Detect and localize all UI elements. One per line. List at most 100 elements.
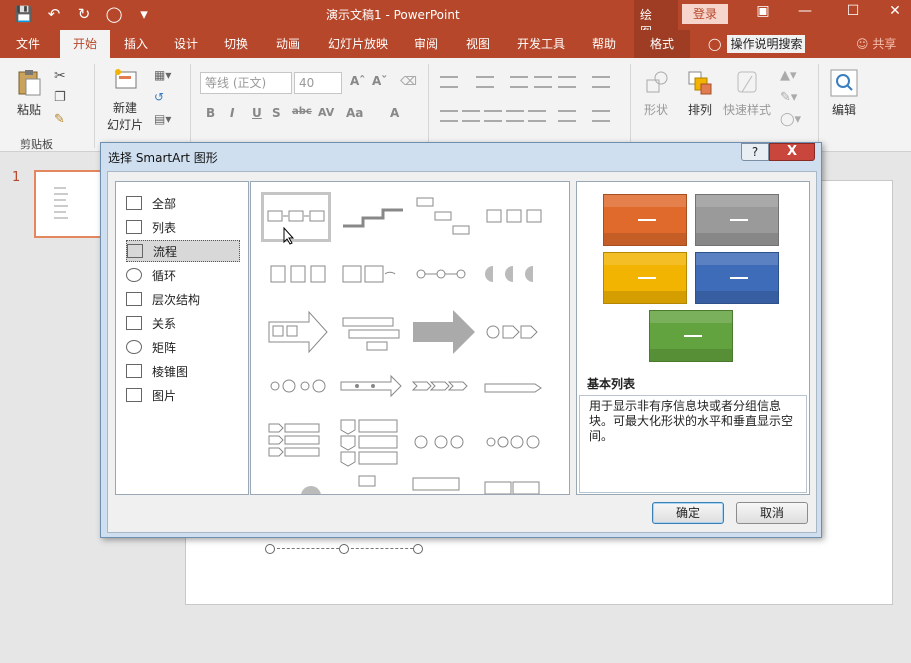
layout-chevron-process[interactable] — [411, 364, 481, 414]
tab-review[interactable]: 审阅 — [406, 30, 446, 58]
minimize-icon[interactable]: — — [790, 3, 820, 19]
category-item-picture[interactable]: 图片 — [126, 384, 240, 406]
dialog-close-button[interactable]: X — [769, 143, 815, 161]
shapes-button[interactable]: 形状 — [638, 68, 674, 118]
layout-repeating-bending[interactable] — [339, 308, 409, 358]
category-item-relationship[interactable]: 关系 — [126, 312, 240, 334]
layout-upward-arrow[interactable] — [411, 308, 481, 358]
shadow-icon[interactable]: S — [272, 106, 281, 120]
help-button[interactable]: ? — [741, 143, 769, 161]
cut-icon[interactable]: ✂ — [54, 68, 66, 84]
format-painter-icon[interactable]: ✎ — [54, 112, 65, 127]
category-item-hierarchy[interactable]: 层次结构 — [126, 288, 240, 310]
align-center-icon[interactable] — [462, 110, 480, 122]
italic-icon[interactable]: I — [230, 106, 234, 120]
increase-font-icon[interactable]: Aˆ — [350, 74, 365, 88]
tab-design[interactable]: 设计 — [164, 30, 208, 58]
shape-outline-icon[interactable]: ✎▾ — [780, 90, 797, 105]
reset-icon[interactable]: ↺ — [154, 90, 164, 104]
bold-icon[interactable]: B — [206, 106, 215, 120]
line-spacing-icon[interactable] — [558, 76, 576, 88]
layout-partial-2[interactable] — [339, 472, 409, 494]
layout-partial-4[interactable] — [483, 476, 553, 494]
layout-segmented-circle-process[interactable] — [411, 418, 481, 468]
category-item-matrix[interactable]: 矩阵 — [126, 336, 240, 358]
clear-format-icon[interactable]: ⌫ — [400, 74, 417, 88]
category-item-pyramid[interactable]: 棱锥图 — [126, 360, 240, 382]
layout-alternating-flow[interactable] — [267, 252, 337, 302]
font-size-combo[interactable]: 40 — [294, 72, 342, 94]
text-direction-icon[interactable] — [592, 76, 610, 88]
tab-help[interactable]: 帮助 — [584, 30, 624, 58]
increase-indent-icon[interactable] — [534, 76, 552, 88]
decrease-indent-icon[interactable] — [510, 76, 528, 88]
layout-vertical-chevron-list[interactable] — [267, 418, 337, 468]
layout-continuous-block-process[interactable] — [339, 252, 409, 302]
arrange-button[interactable]: 排列 — [682, 68, 718, 118]
slide-thumbnail[interactable] — [34, 170, 106, 238]
section-icon[interactable]: ▤▾ — [154, 112, 171, 126]
layout-partial-1[interactable] — [267, 476, 337, 494]
convert-smartart-icon[interactable] — [592, 110, 610, 122]
copy-icon[interactable]: ❐ — [54, 90, 66, 105]
tab-format[interactable]: 格式 — [634, 30, 690, 58]
layout-accent-process[interactable] — [483, 192, 553, 242]
undo-icon[interactable]: ↶ — [44, 5, 64, 23]
redo-icon[interactable]: ↻ — [74, 5, 94, 23]
tab-animations[interactable]: 动画 — [266, 30, 310, 58]
font-color-icon[interactable]: A — [390, 106, 399, 120]
share-button[interactable]: ☺ 共享 — [856, 30, 896, 58]
shape-fill-icon[interactable]: ▲▾ — [780, 68, 797, 83]
align-right-icon[interactable] — [484, 110, 502, 122]
layout-basic-process[interactable] — [261, 192, 331, 242]
strikethrough-icon[interactable]: abc — [292, 106, 312, 117]
layout-step-up-process[interactable] — [339, 192, 409, 242]
columns-icon[interactable] — [558, 110, 576, 122]
paste-button[interactable]: 粘贴 — [12, 68, 46, 118]
tab-insert[interactable]: 插入 — [114, 30, 158, 58]
layout-vertical-process[interactable] — [339, 418, 409, 468]
cancel-button[interactable]: 取消 — [736, 502, 808, 524]
resize-handle[interactable] — [339, 544, 349, 554]
category-item-cycle[interactable]: 循环 — [126, 264, 240, 286]
layout-circle-accent-timeline[interactable] — [267, 364, 337, 414]
tab-developer[interactable]: 开发工具 — [510, 30, 572, 58]
layout-interconnected-circles[interactable] — [483, 418, 553, 468]
layout-circle-process[interactable] — [411, 252, 481, 302]
shape-effects-icon[interactable]: ◯▾ — [780, 112, 801, 127]
editing-button[interactable]: 编辑 — [826, 68, 862, 118]
category-item-list[interactable]: 列表 — [126, 216, 240, 238]
change-case-icon[interactable]: Aa — [346, 106, 363, 120]
font-name-combo[interactable]: 等线 (正文) — [200, 72, 292, 94]
layout-partial-3[interactable] — [411, 472, 481, 494]
numbering-icon[interactable] — [476, 76, 494, 88]
category-item-process[interactable]: 流程 — [126, 240, 240, 262]
restore-icon[interactable]: ▣ — [748, 3, 778, 19]
justify-icon[interactable] — [506, 110, 524, 122]
ok-button[interactable]: 确定 — [652, 502, 724, 524]
tab-home[interactable]: 开始 — [60, 30, 110, 58]
decrease-font-icon[interactable]: Aˇ — [372, 74, 387, 88]
login-button[interactable]: 登录 — [682, 4, 728, 24]
layout-basic-chevron[interactable] — [483, 364, 553, 414]
bullets-icon[interactable] — [440, 76, 458, 88]
tab-transitions[interactable]: 切换 — [214, 30, 258, 58]
layout-circle-arrow-process[interactable] — [483, 308, 553, 358]
customize-qat-icon[interactable]: ▾ — [134, 5, 154, 23]
start-from-beginning-icon[interactable]: ◯ — [104, 5, 124, 23]
layout-process-arrows[interactable] — [267, 308, 337, 358]
new-slide-button[interactable]: 新建 幻灯片 — [100, 66, 150, 133]
distribute-icon[interactable] — [528, 110, 546, 122]
tab-slideshow[interactable]: 幻灯片放映 — [322, 30, 394, 58]
layout-step-down-process[interactable] — [411, 192, 481, 242]
underline-icon[interactable]: U — [252, 106, 262, 120]
layout-icon[interactable]: ▦▾ — [154, 68, 171, 82]
save-icon[interactable]: 💾 — [14, 5, 34, 23]
align-left-icon[interactable] — [440, 110, 458, 122]
layout-basic-timeline[interactable] — [339, 364, 409, 414]
category-item-all[interactable]: 全部 — [126, 192, 240, 214]
tell-me-search[interactable]: ◯ 操作说明搜索 — [708, 30, 806, 58]
resize-handle[interactable] — [265, 544, 275, 554]
close-icon[interactable]: ✕ — [880, 3, 910, 19]
quick-styles-button[interactable]: 快速样式 — [720, 68, 774, 118]
